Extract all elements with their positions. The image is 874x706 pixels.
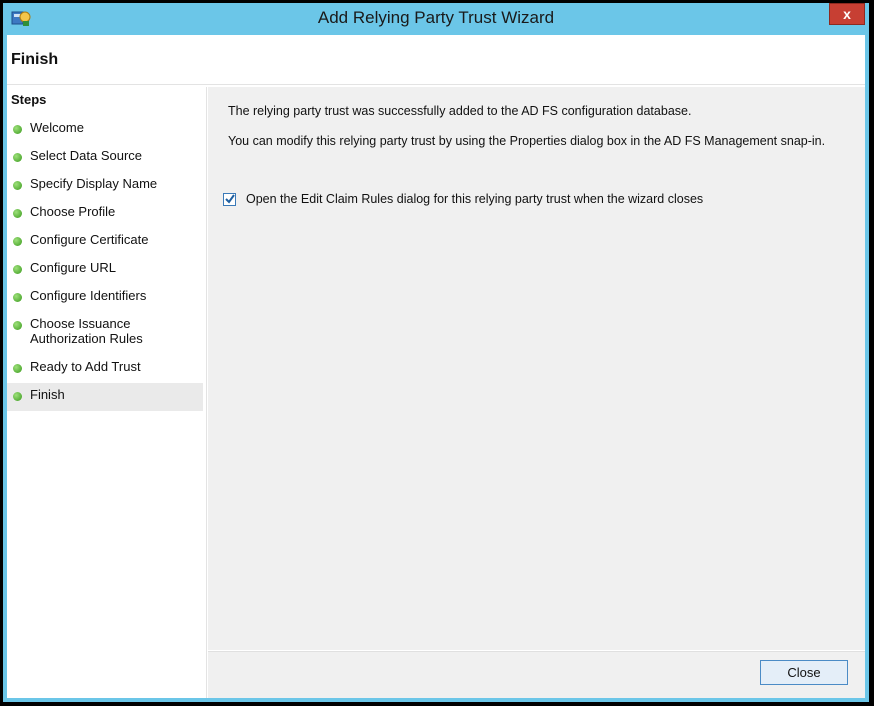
green-dot-icon: [13, 321, 22, 330]
title-bar[interactable]: Add Relying Party Trust Wizard x: [3, 3, 869, 35]
steps-heading: Steps: [11, 92, 47, 107]
step-select-data-source: Select Data Source: [7, 148, 203, 168]
step-label: Configure Certificate: [30, 232, 149, 247]
step-configure-url: Configure URL: [7, 260, 203, 280]
step-label: Choose Profile: [30, 204, 116, 219]
green-dot-icon: [13, 265, 22, 274]
step-welcome: Welcome: [7, 120, 203, 140]
step-configure-identifiers: Configure Identifiers: [7, 288, 203, 308]
step-label: Specify Display Name: [30, 176, 158, 191]
green-dot-icon: [13, 209, 22, 218]
green-dot-icon: [13, 237, 22, 246]
step-label: Finish: [30, 387, 65, 402]
open-edit-claim-rules-checkbox[interactable]: [223, 193, 236, 206]
step-specify-display-name: Specify Display Name: [7, 176, 203, 196]
step-choose-issuance-authorization-rules: Choose Issuance Authorization Rules: [7, 316, 203, 352]
step-label: Select Data Source: [30, 148, 143, 163]
step-finish: Finish: [7, 383, 203, 411]
green-dot-icon: [13, 364, 22, 373]
step-label: Configure URL: [30, 260, 116, 275]
page-header: Finish: [7, 35, 865, 85]
green-dot-icon: [13, 125, 22, 134]
wizard-window: Add Relying Party Trust Wizard x Finish …: [3, 3, 869, 702]
step-label: Ready to Add Trust: [30, 359, 141, 374]
info-message: You can modify this relying party trust …: [228, 134, 826, 148]
client-area: Finish Steps Welcome Select Data Source …: [7, 35, 865, 698]
step-label-line2: Authorization Rules: [30, 331, 143, 346]
step-ready-to-add-trust: Ready to Add Trust: [7, 359, 203, 379]
step-choose-profile: Choose Profile: [7, 204, 203, 224]
green-dot-icon: [13, 293, 22, 302]
success-message: The relying party trust was successfully…: [228, 104, 692, 118]
step-label: Configure Identifiers: [30, 288, 147, 303]
green-dot-icon: [13, 153, 22, 162]
green-dot-icon: [13, 181, 22, 190]
close-button[interactable]: Close: [760, 660, 848, 685]
page-title: Finish: [11, 51, 59, 68]
checkmark-icon: [225, 194, 235, 204]
close-window-button[interactable]: x: [829, 3, 865, 25]
green-dot-icon: [13, 392, 22, 401]
step-configure-certificate: Configure Certificate: [7, 232, 203, 252]
content-panel: The relying party trust was successfully…: [208, 87, 865, 650]
step-label-line1: Choose Issuance: [30, 316, 131, 331]
step-label: Welcome: [30, 120, 84, 135]
open-edit-claim-rules-label[interactable]: Open the Edit Claim Rules dialog for thi…: [246, 192, 703, 206]
button-footer: Close: [208, 651, 865, 698]
steps-sidebar: Steps Welcome Select Data Source Specify…: [7, 87, 207, 698]
window-title: Add Relying Party Trust Wizard: [317, 8, 555, 27]
